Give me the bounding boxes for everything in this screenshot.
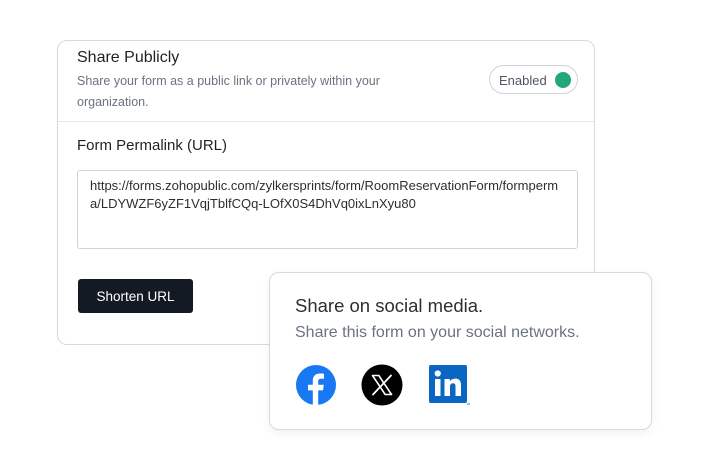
share-publicly-description: Share your form as a public link or priv… — [77, 74, 380, 109]
social-share-description: Share this form on your social networks. — [295, 324, 580, 341]
social-share-title: Share on social media. — [295, 295, 484, 316]
share-publicly-title: Share Publicly — [77, 49, 180, 66]
social-share-card: Share on social media. Share this form o… — [269, 272, 652, 430]
toggle-indicator-dot — [555, 72, 571, 88]
toggle-label: Enabled — [499, 73, 547, 88]
enabled-toggle[interactable]: Enabled — [489, 65, 578, 94]
facebook-icon[interactable] — [295, 364, 337, 406]
permalink-label: Form Permalink (URL) — [77, 137, 228, 154]
linkedin-icon[interactable] — [428, 364, 470, 406]
permalink-url-field[interactable]: https://forms.zohopublic.com/zylkersprin… — [77, 170, 578, 249]
x-icon[interactable] — [361, 364, 403, 406]
share-publicly-header: Share Publicly Share your form as a publ… — [58, 41, 594, 122]
shorten-url-button[interactable]: Shorten URL — [78, 279, 193, 313]
